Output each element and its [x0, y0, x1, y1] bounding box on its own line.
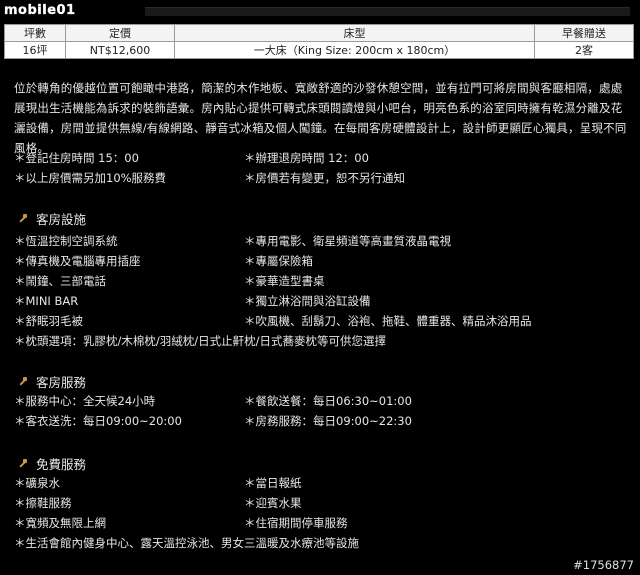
- list-item: ＊住宿期間停車服務: [244, 516, 348, 530]
- list-item: ＊擦鞋服務: [14, 496, 72, 510]
- price-change-note: ＊房價若有變更，恕不另行通知: [244, 171, 405, 185]
- list-item: ＊獨立淋浴間與浴缸設備: [244, 294, 371, 308]
- section-title-room-service: 客房服務: [18, 372, 86, 391]
- table-row: 16坪 NT$12,600 一大床（King Size: 200cm x 180…: [4, 41, 634, 59]
- header-price: 定價: [65, 24, 175, 42]
- list-item: ＊MINI BAR: [14, 294, 79, 308]
- cell-breakfast: 2客: [534, 41, 634, 59]
- list-item: ＊餐飲送餐：每日06:30~01:00: [244, 394, 412, 408]
- list-item: ＊鬧鐘、三部電話: [14, 274, 106, 288]
- bullet-arrow-icon: [18, 213, 28, 224]
- section-title-free-services: 免費服務: [18, 454, 86, 473]
- list-item: ＊當日報紙: [244, 476, 302, 490]
- list-item: ＊恆溫控制空調系統: [14, 234, 118, 248]
- list-item: ＊舒眠羽毛被: [14, 314, 83, 328]
- list-item: ＊寬頻及無限上網: [14, 516, 106, 530]
- section-title-label: 免費服務: [36, 457, 87, 472]
- list-item: ＊生活會館內健身中心、露天溫控泳池、男女三溫暖及水療池等設施: [14, 536, 359, 550]
- list-item: ＊專用電影、衛星頻道等高畫質液晶電視: [244, 234, 451, 248]
- top-bar: mobile01: [0, 0, 640, 22]
- header-strip: [145, 7, 630, 16]
- section-title-label: 客房設施: [36, 212, 87, 227]
- list-item: ＊專屬保險箱: [244, 254, 313, 268]
- list-item: ＊枕頭選項：乳膠枕/木棉枕/羽絨枕/日式止鼾枕/日式蕎麥枕等可供您選擇: [14, 334, 386, 348]
- header-area: 坪數: [4, 24, 66, 42]
- room-rates-table: 坪數 定價 床型 早餐贈送 16坪 NT$12,600 一大床（King Siz…: [4, 24, 634, 59]
- header-breakfast: 早餐贈送: [534, 24, 634, 42]
- list-item: ＊吹風機、刮鬍刀、浴袍、拖鞋、體重器、精品沐浴用品: [244, 314, 532, 328]
- list-item: ＊豪華造型書桌: [244, 274, 325, 288]
- cell-price: NT$12,600: [65, 41, 175, 59]
- service-charge-note: ＊以上房價需另加10%服務費: [14, 171, 167, 185]
- table-header-row: 坪數 定價 床型 早餐贈送: [4, 24, 634, 42]
- list-item: ＊迎賓水果: [244, 496, 302, 510]
- site-logo[interactable]: mobile01: [4, 3, 76, 18]
- checkout-note: ＊辦理退房時間 12：00: [244, 151, 369, 165]
- section-title-label: 客房服務: [36, 375, 87, 390]
- list-item: ＊房務服務：每日09:00~22:30: [244, 414, 412, 428]
- photo-id-watermark: #1756877: [573, 558, 634, 572]
- bullet-arrow-icon: [18, 458, 28, 469]
- list-item: ＊傳真機及電腦專用插座: [14, 254, 141, 268]
- checkin-note: ＊登記住房時間 15：00: [14, 151, 139, 165]
- cell-area: 16坪: [4, 41, 66, 59]
- room-description: 位於轉角的優越位置可飽瞰中港路，簡潔的木作地板、寬敞舒適的沙發休憩空間，並有拉門…: [14, 81, 627, 155]
- list-item: ＊客衣送洗：每日09:00~20:00: [14, 414, 182, 428]
- header-bed-type: 床型: [174, 24, 535, 42]
- section-title-room-facilities: 客房設施: [18, 209, 86, 228]
- list-item: ＊礦泉水: [14, 476, 60, 490]
- bullet-arrow-icon: [18, 376, 28, 387]
- list-item: ＊服務中心：全天候24小時: [14, 394, 156, 408]
- cell-bed-type: 一大床（King Size: 200cm x 180cm）: [174, 41, 535, 59]
